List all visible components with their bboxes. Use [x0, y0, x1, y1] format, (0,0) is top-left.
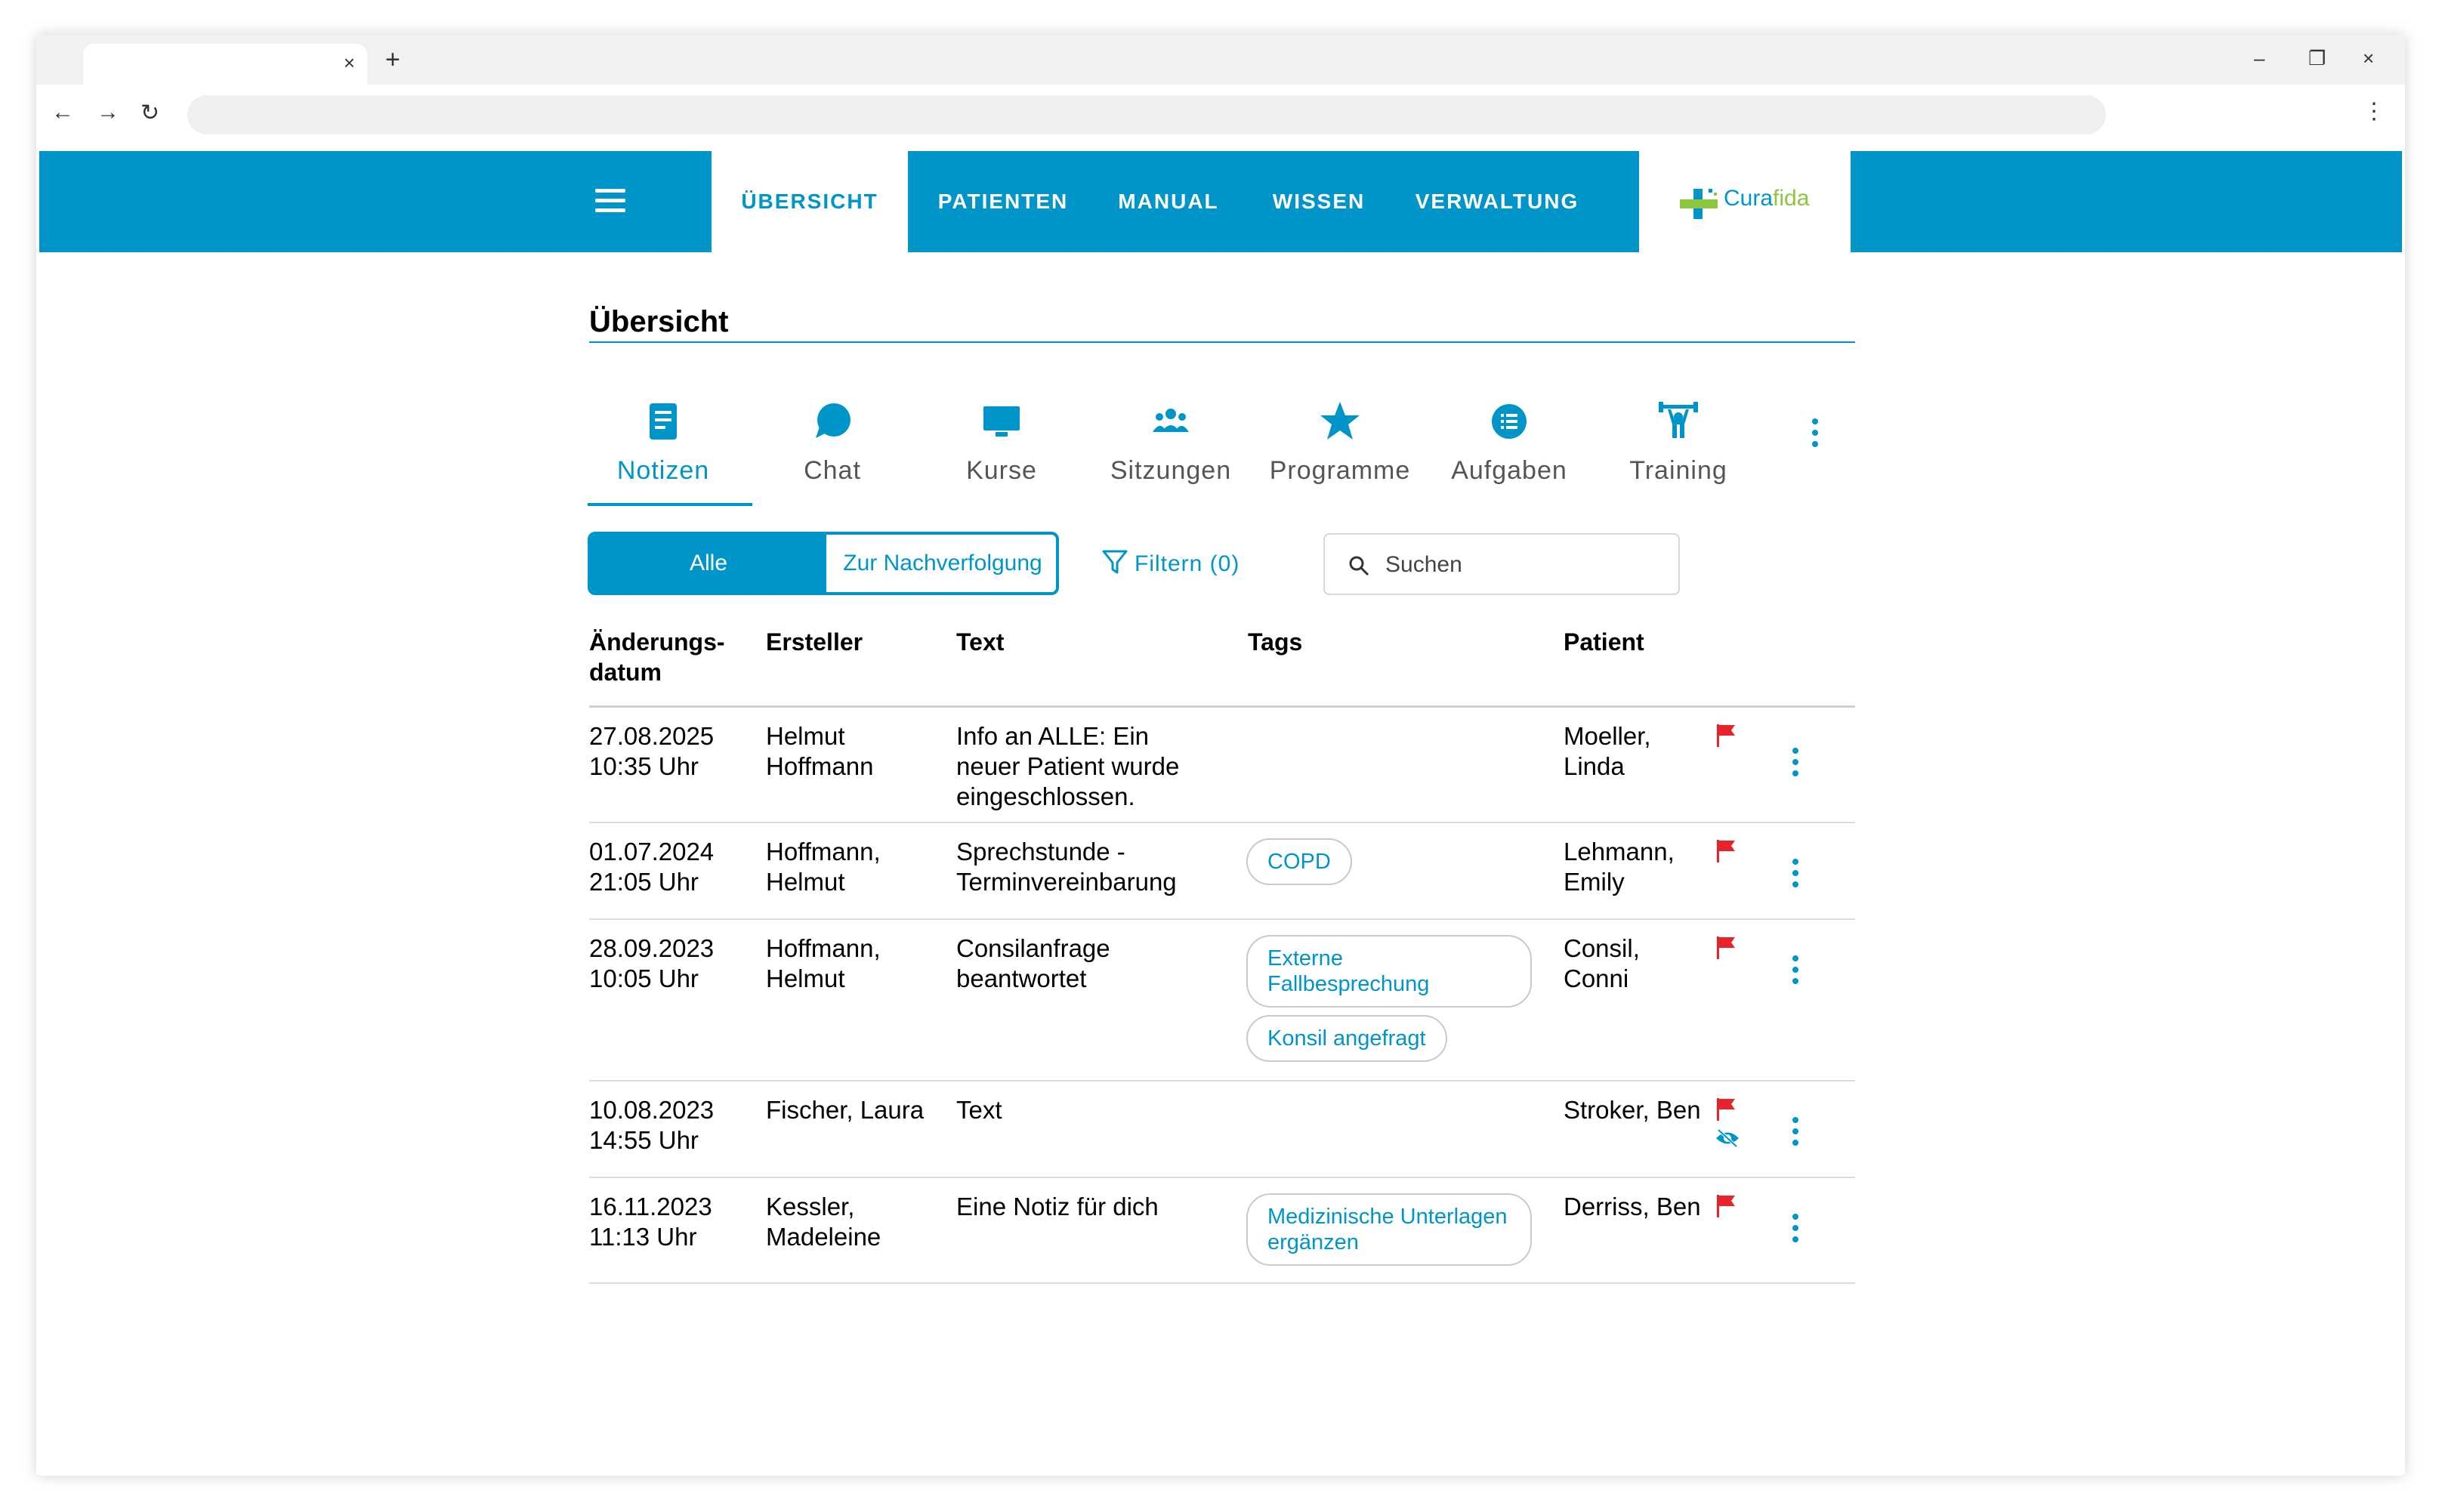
tag-chip[interactable]: Konsil angefragt [1246, 1015, 1447, 1062]
app-header: ÜBERSICHT PATIENTEN MANUAL WISSEN VERWAL… [39, 151, 2402, 252]
row-date: 10.08.2023 14:55 Uhr [589, 1096, 715, 1154]
browser-window: × + – ❐ × ← → ↻ ⋮ ÜBERSICHT PATIENTEN MA… [36, 35, 2405, 1476]
flag-icon[interactable] [1715, 1097, 1737, 1122]
table-row[interactable]: 27.08.2025 10:35 Uhr Helmut Hoffmann Info … [589, 708, 1855, 823]
header-tags[interactable]: Tags [1248, 627, 1302, 657]
tab-kurse[interactable]: Kurse [920, 399, 1083, 486]
tab-close-icon[interactable]: × [344, 51, 355, 75]
header-patient[interactable]: Patient [1564, 627, 1644, 657]
table-row[interactable]: 16.11.2023 11:13 Uhr Kessler, Madeleine Ei… [589, 1178, 1855, 1284]
browser-toolbar: ← → ↻ ⋮ [36, 85, 2405, 145]
group-icon [1153, 409, 1189, 432]
logo-text: Curafida [1724, 186, 1810, 211]
more-tabs-icon[interactable] [1804, 414, 1826, 452]
tab-programme[interactable]: Programme [1258, 399, 1422, 486]
row-menu-icon[interactable] [1790, 856, 1801, 890]
search-field[interactable] [1323, 533, 1680, 595]
training-icon [1659, 402, 1698, 438]
flag-icon[interactable] [1715, 1193, 1737, 1219]
logo-cross-icon [1680, 189, 1718, 219]
header-author[interactable]: Ersteller [766, 627, 863, 657]
browser-menu-icon[interactable]: ⋮ [2363, 98, 2385, 125]
tab-training[interactable]: Training [1597, 399, 1760, 486]
curafida-logo[interactable]: Curafida [1639, 151, 1851, 252]
row-menu-icon[interactable] [1790, 745, 1801, 779]
header-text[interactable]: Text [956, 627, 1004, 657]
tab-aufgaben[interactable]: Aufgaben [1428, 399, 1591, 486]
filter-icon [1102, 550, 1128, 574]
table-row[interactable]: 28.09.2023 10:05 Uhr Hoffmann, Helmut Cons… [589, 920, 1855, 1082]
flag-icon[interactable] [1715, 935, 1737, 961]
tag-chip[interactable]: Medizinische Unterlagen ergänzen [1246, 1193, 1532, 1266]
row-date: 16.11.2023 11:13 Uhr [589, 1193, 712, 1251]
row-patient: Derriss, Ben [1564, 1193, 1701, 1220]
tab-notizen[interactable]: Notizen [582, 399, 745, 486]
nav-patienten[interactable]: PATIENTEN [920, 151, 1086, 252]
star-icon [1320, 402, 1360, 440]
search-icon [1349, 556, 1369, 576]
window-close-icon[interactable]: × [2363, 47, 2374, 70]
row-date: 27.08.2025 10:35 Uhr [589, 722, 715, 780]
row-menu-icon[interactable] [1790, 1211, 1801, 1245]
toggle-nachverfolgung-button[interactable]: Zur Nachverfolgung [829, 535, 1056, 592]
list-icon [1492, 404, 1527, 439]
flag-icon[interactable] [1715, 838, 1737, 864]
table-row[interactable]: 01.07.2024 21:05 Uhr Hoffmann, Helmut Spre… [589, 823, 1855, 920]
row-text: Eine Notiz für dich [956, 1193, 1159, 1220]
row-author: Kessler, Madeleine [766, 1193, 881, 1251]
monitor-icon [983, 406, 1020, 437]
hamburger-menu-icon[interactable] [595, 189, 625, 213]
row-text: Consilanfrage beantwortet [956, 934, 1110, 992]
toggle-alle-button[interactable]: Alle [591, 535, 826, 592]
flag-icon[interactable] [1715, 723, 1737, 748]
title-divider [589, 341, 1855, 343]
row-text: Sprechstunde - Terminvereinbarung [956, 838, 1177, 896]
minimize-icon[interactable]: – [2254, 47, 2264, 70]
address-bar[interactable] [187, 95, 2106, 134]
page-title: Übersicht [589, 305, 729, 338]
row-menu-icon[interactable] [1790, 1115, 1801, 1148]
nav-wissen[interactable]: WISSEN [1251, 151, 1387, 252]
row-menu-icon[interactable] [1790, 953, 1801, 986]
search-input[interactable] [1385, 548, 1657, 582]
row-patient: Consil, Conni [1564, 934, 1640, 992]
row-patient: Stroker, Ben [1564, 1096, 1701, 1124]
restore-icon[interactable]: ❐ [2308, 47, 2326, 70]
row-author: Hoffmann, Helmut [766, 838, 881, 896]
row-tags: Medizinische Unterlagen ergänzen [1246, 1193, 1541, 1273]
nav-manual[interactable]: MANUAL [1097, 151, 1240, 252]
row-text: Text [956, 1096, 1002, 1124]
tab-chat[interactable]: Chat [751, 399, 914, 486]
row-author: Hoffmann, Helmut [766, 934, 881, 992]
back-icon[interactable]: ← [51, 100, 74, 125]
row-patient: Lehmann, Emily [1564, 838, 1675, 896]
new-tab-icon[interactable]: + [385, 45, 400, 75]
active-tab-indicator [588, 503, 752, 506]
view-toggle: Alle Zur Nachverfolgung [588, 532, 1059, 595]
header-date[interactable]: Änderungs-datum [589, 627, 725, 687]
tab-sitzungen[interactable]: Sitzungen [1089, 399, 1252, 486]
tag-chip[interactable]: Externe Fallbesprechung [1246, 935, 1532, 1007]
forward-icon[interactable]: → [97, 100, 119, 125]
reload-icon[interactable]: ↻ [140, 100, 159, 126]
row-tags: COPD [1246, 838, 1541, 893]
filter-button[interactable]: Filtern (0) [1101, 548, 1240, 577]
hidden-eye-icon[interactable] [1715, 1128, 1740, 1148]
row-patient: Moeller, Linda [1564, 722, 1651, 780]
row-date: 01.07.2024 21:05 Uhr [589, 838, 715, 896]
nav-uebersicht[interactable]: ÜBERSICHT [712, 151, 908, 252]
row-date: 28.09.2023 10:05 Uhr [589, 934, 715, 992]
note-icon [650, 403, 677, 440]
chat-icon [816, 403, 851, 438]
row-text: Info an ALLE: Ein neuer Patient wurde eing… [956, 722, 1180, 810]
browser-tab[interactable]: × [83, 44, 367, 85]
nav-verwaltung[interactable]: VERWALTUNG [1399, 151, 1595, 252]
row-author: Fischer, Laura [766, 1096, 925, 1124]
row-author: Helmut Hoffmann [766, 722, 874, 780]
row-tags: Externe Fallbesprechung Konsil angefragt [1246, 935, 1541, 1069]
tab-strip: × + – ❐ × [36, 35, 2405, 85]
table-row[interactable]: 10.08.2023 14:55 Uhr Fischer, Laura Text … [589, 1082, 1855, 1178]
tag-chip[interactable]: COPD [1246, 838, 1352, 885]
filter-label: Filtern (0) [1135, 551, 1240, 576]
